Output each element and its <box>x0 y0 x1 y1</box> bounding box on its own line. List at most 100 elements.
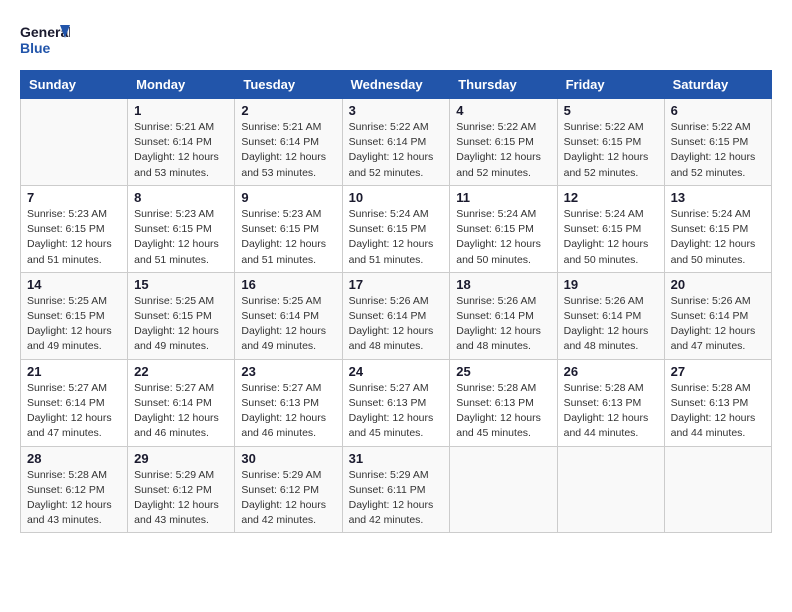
day-info: Sunrise: 5:21 AM Sunset: 6:14 PM Dayligh… <box>241 120 335 181</box>
day-number: 22 <box>134 364 228 379</box>
calendar-header-row: SundayMondayTuesdayWednesdayThursdayFrid… <box>21 71 772 99</box>
day-info: Sunrise: 5:29 AM Sunset: 6:12 PM Dayligh… <box>134 468 228 529</box>
calendar-cell: 5 Sunrise: 5:22 AM Sunset: 6:15 PM Daylig… <box>557 99 664 186</box>
logo-svg: GeneralBlue <box>20 20 70 60</box>
calendar-cell: 4 Sunrise: 5:22 AM Sunset: 6:15 PM Daylig… <box>450 99 557 186</box>
day-info: Sunrise: 5:24 AM Sunset: 6:15 PM Dayligh… <box>456 207 550 268</box>
header-day-tuesday: Tuesday <box>235 71 342 99</box>
day-info: Sunrise: 5:29 AM Sunset: 6:12 PM Dayligh… <box>241 468 335 529</box>
calendar-week-5: 28 Sunrise: 5:28 AM Sunset: 6:12 PM Dayli… <box>21 446 772 533</box>
day-info: Sunrise: 5:22 AM Sunset: 6:15 PM Dayligh… <box>456 120 550 181</box>
calendar-week-1: 1 Sunrise: 5:21 AM Sunset: 6:14 PM Daylig… <box>21 99 772 186</box>
day-info: Sunrise: 5:23 AM Sunset: 6:15 PM Dayligh… <box>27 207 121 268</box>
day-info: Sunrise: 5:27 AM Sunset: 6:14 PM Dayligh… <box>27 381 121 442</box>
svg-text:Blue: Blue <box>20 40 51 56</box>
day-info: Sunrise: 5:25 AM Sunset: 6:15 PM Dayligh… <box>134 294 228 355</box>
logo: GeneralBlue <box>20 20 70 60</box>
calendar-cell: 31Sunrise: 5:29 AM Sunset: 6:11 PM Dayli… <box>342 446 450 533</box>
calendar-week-2: 7Sunrise: 5:23 AM Sunset: 6:15 PM Daylig… <box>21 185 772 272</box>
calendar-cell <box>557 446 664 533</box>
day-number: 8 <box>134 190 228 205</box>
calendar-cell: 27 Sunrise: 5:28 AM Sunset: 6:13 PM Dayli… <box>664 359 771 446</box>
calendar-cell: 16 Sunrise: 5:25 AM Sunset: 6:14 PM Dayli… <box>235 272 342 359</box>
day-info: Sunrise: 5:27 AM Sunset: 6:14 PM Dayligh… <box>134 381 228 442</box>
day-number: 25 <box>456 364 550 379</box>
day-info: Sunrise: 5:23 AM Sunset: 6:15 PM Dayligh… <box>241 207 335 268</box>
day-info: Sunrise: 5:22 AM Sunset: 6:14 PM Dayligh… <box>349 120 444 181</box>
day-number: 27 <box>671 364 765 379</box>
calendar-body: 1 Sunrise: 5:21 AM Sunset: 6:14 PM Daylig… <box>21 99 772 533</box>
day-info: Sunrise: 5:27 AM Sunset: 6:13 PM Dayligh… <box>241 381 335 442</box>
day-number: 5 <box>564 103 658 118</box>
day-number: 14 <box>27 277 121 292</box>
day-info: Sunrise: 5:21 AM Sunset: 6:14 PM Dayligh… <box>134 120 228 181</box>
calendar-cell: 2 Sunrise: 5:21 AM Sunset: 6:14 PM Daylig… <box>235 99 342 186</box>
header-day-sunday: Sunday <box>21 71 128 99</box>
calendar-cell: 26 Sunrise: 5:28 AM Sunset: 6:13 PM Dayli… <box>557 359 664 446</box>
day-info: Sunrise: 5:28 AM Sunset: 6:13 PM Dayligh… <box>564 381 658 442</box>
day-number: 24 <box>349 364 444 379</box>
day-number: 17 <box>349 277 444 292</box>
day-info: Sunrise: 5:26 AM Sunset: 6:14 PM Dayligh… <box>564 294 658 355</box>
calendar-cell: 28 Sunrise: 5:28 AM Sunset: 6:12 PM Dayli… <box>21 446 128 533</box>
calendar-week-4: 21 Sunrise: 5:27 AM Sunset: 6:14 PM Dayli… <box>21 359 772 446</box>
day-number: 13 <box>671 190 765 205</box>
day-info: Sunrise: 5:24 AM Sunset: 6:15 PM Dayligh… <box>671 207 765 268</box>
day-number: 10 <box>349 190 444 205</box>
day-number: 29 <box>134 451 228 466</box>
header-day-thursday: Thursday <box>450 71 557 99</box>
day-info: Sunrise: 5:25 AM Sunset: 6:15 PM Dayligh… <box>27 294 121 355</box>
calendar-cell: 7Sunrise: 5:23 AM Sunset: 6:15 PM Daylig… <box>21 185 128 272</box>
calendar-cell: 22 Sunrise: 5:27 AM Sunset: 6:14 PM Dayli… <box>128 359 235 446</box>
day-info: Sunrise: 5:27 AM Sunset: 6:13 PM Dayligh… <box>349 381 444 442</box>
day-info: Sunrise: 5:22 AM Sunset: 6:15 PM Dayligh… <box>564 120 658 181</box>
day-number: 30 <box>241 451 335 466</box>
calendar-cell: 13 Sunrise: 5:24 AM Sunset: 6:15 PM Dayli… <box>664 185 771 272</box>
day-number: 2 <box>241 103 335 118</box>
day-number: 6 <box>671 103 765 118</box>
day-number: 12 <box>564 190 658 205</box>
day-info: Sunrise: 5:28 AM Sunset: 6:12 PM Dayligh… <box>27 468 121 529</box>
day-info: Sunrise: 5:28 AM Sunset: 6:13 PM Dayligh… <box>456 381 550 442</box>
calendar-cell: 24 Sunrise: 5:27 AM Sunset: 6:13 PM Dayli… <box>342 359 450 446</box>
header-day-saturday: Saturday <box>664 71 771 99</box>
day-number: 21 <box>27 364 121 379</box>
day-info: Sunrise: 5:25 AM Sunset: 6:14 PM Dayligh… <box>241 294 335 355</box>
day-number: 26 <box>564 364 658 379</box>
day-info: Sunrise: 5:22 AM Sunset: 6:15 PM Dayligh… <box>671 120 765 181</box>
day-number: 1 <box>134 103 228 118</box>
calendar-cell: 25 Sunrise: 5:28 AM Sunset: 6:13 PM Dayli… <box>450 359 557 446</box>
calendar-cell: 6 Sunrise: 5:22 AM Sunset: 6:15 PM Daylig… <box>664 99 771 186</box>
page-header: GeneralBlue <box>20 20 772 60</box>
header-day-monday: Monday <box>128 71 235 99</box>
day-info: Sunrise: 5:28 AM Sunset: 6:13 PM Dayligh… <box>671 381 765 442</box>
day-number: 3 <box>349 103 444 118</box>
calendar-cell: 14 Sunrise: 5:25 AM Sunset: 6:15 PM Dayli… <box>21 272 128 359</box>
calendar-cell: 20Sunrise: 5:26 AM Sunset: 6:14 PM Dayli… <box>664 272 771 359</box>
day-number: 19 <box>564 277 658 292</box>
day-number: 18 <box>456 277 550 292</box>
calendar-cell: 8 Sunrise: 5:23 AM Sunset: 6:15 PM Daylig… <box>128 185 235 272</box>
calendar-table: SundayMondayTuesdayWednesdayThursdayFrid… <box>20 70 772 533</box>
header-day-friday: Friday <box>557 71 664 99</box>
calendar-cell: 9Sunrise: 5:23 AM Sunset: 6:15 PM Daylig… <box>235 185 342 272</box>
day-number: 31 <box>349 451 444 466</box>
day-info: Sunrise: 5:26 AM Sunset: 6:14 PM Dayligh… <box>349 294 444 355</box>
day-number: 28 <box>27 451 121 466</box>
calendar-cell: 21 Sunrise: 5:27 AM Sunset: 6:14 PM Dayli… <box>21 359 128 446</box>
day-number: 4 <box>456 103 550 118</box>
day-number: 16 <box>241 277 335 292</box>
day-info: Sunrise: 5:23 AM Sunset: 6:15 PM Dayligh… <box>134 207 228 268</box>
calendar-cell: 1 Sunrise: 5:21 AM Sunset: 6:14 PM Daylig… <box>128 99 235 186</box>
calendar-cell: 10Sunrise: 5:24 AM Sunset: 6:15 PM Dayli… <box>342 185 450 272</box>
day-number: 11 <box>456 190 550 205</box>
calendar-cell <box>664 446 771 533</box>
day-number: 23 <box>241 364 335 379</box>
day-number: 15 <box>134 277 228 292</box>
calendar-cell <box>450 446 557 533</box>
calendar-week-3: 14 Sunrise: 5:25 AM Sunset: 6:15 PM Dayli… <box>21 272 772 359</box>
calendar-cell: 11 Sunrise: 5:24 AM Sunset: 6:15 PM Dayli… <box>450 185 557 272</box>
calendar-cell: 3 Sunrise: 5:22 AM Sunset: 6:14 PM Daylig… <box>342 99 450 186</box>
day-number: 20 <box>671 277 765 292</box>
calendar-cell: 18Sunrise: 5:26 AM Sunset: 6:14 PM Dayli… <box>450 272 557 359</box>
